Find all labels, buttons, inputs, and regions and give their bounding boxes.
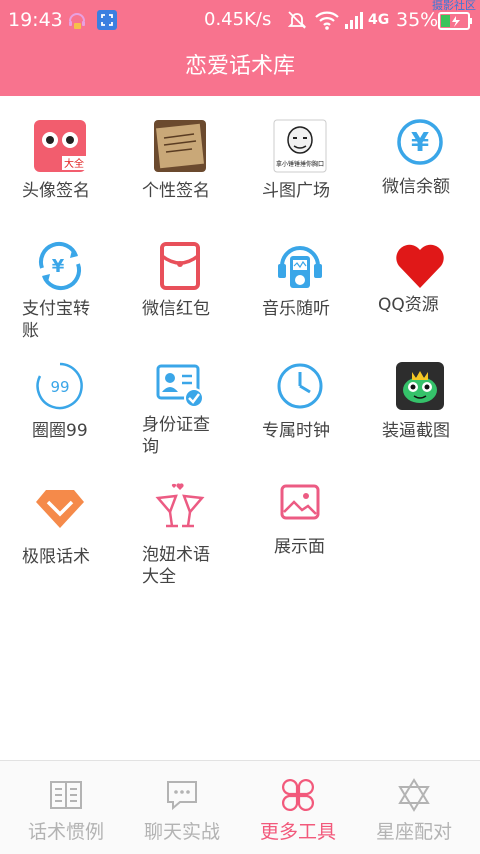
tab-more-tools[interactable]: 更多工具 xyxy=(238,761,358,854)
page-title: 恋爱话术库 xyxy=(0,40,480,96)
tool-wechat-red-packet[interactable]: 微信红包 xyxy=(120,216,240,336)
cocktail-icon xyxy=(155,483,205,528)
tool-label: 微信余额 xyxy=(382,177,450,197)
diamond-icon xyxy=(36,490,84,528)
tool-label: 头像签名 xyxy=(22,181,90,201)
tool-id-card-query[interactable]: 身份证查询 xyxy=(120,336,240,457)
alipay-transfer-icon: ¥ xyxy=(38,242,82,290)
yen-icon: ¥ xyxy=(397,119,443,165)
tool-alipay-transfer[interactable]: ¥ 支付宝转账 xyxy=(0,216,120,341)
alipay-yen: ¥ xyxy=(52,256,65,277)
tab-talk-conventions[interactable]: 话术惯例 xyxy=(6,761,126,854)
tab-zodiac-match[interactable]: 星座配对 xyxy=(354,761,474,854)
signal-icon xyxy=(345,12,363,29)
clock-icon xyxy=(277,363,323,409)
tool-extreme-talk[interactable]: 极限话术 xyxy=(0,456,120,576)
battery-icon xyxy=(438,12,472,30)
red-packet-icon xyxy=(160,242,200,290)
avatar-icon: 大全 xyxy=(34,120,86,172)
tool-meme-square[interactable]: 拿小锤锤捶你胸口 斗图广场 xyxy=(240,96,360,216)
tool-wechat-balance[interactable]: ¥ 微信余额 xyxy=(360,96,480,216)
screenshot-icon xyxy=(97,10,117,30)
tool-label: 专属时钟 xyxy=(262,421,330,441)
mute-bell-icon xyxy=(287,11,307,29)
tool-avatar-signature[interactable]: 大全 头像签名 xyxy=(0,96,120,216)
circle-99-number: 99 xyxy=(50,378,69,396)
tool-showcase[interactable]: 展示面 xyxy=(240,456,360,576)
watermark: 摄影社区 xyxy=(432,0,476,12)
status-bar: 19:43 0.45K/s 4G 35% 摄影社区 xyxy=(0,0,480,40)
tool-qq-resources[interactable]: QQ资源 xyxy=(360,216,480,336)
music-player-icon xyxy=(278,246,322,288)
headset-lock-icon xyxy=(69,13,85,29)
tool-circle-99[interactable]: 99 圈圈99 xyxy=(0,336,120,456)
tool-label: 身份证查询 xyxy=(142,415,210,457)
meme-icon: 拿小锤锤捶你胸口 xyxy=(273,119,327,173)
tool-label: 微信红包 xyxy=(142,299,210,319)
yen-symbol: ¥ xyxy=(411,128,429,158)
tool-label: 泡妞术语大全 xyxy=(142,545,210,587)
picture-icon xyxy=(280,484,320,520)
tab-chat-practice[interactable]: 聊天实战 xyxy=(122,761,242,854)
tool-personal-signature[interactable]: 个性签名 xyxy=(120,96,240,216)
id-card-icon xyxy=(156,364,204,408)
tool-music[interactable]: 音乐随听 xyxy=(240,216,360,336)
tab-label: 聊天实战 xyxy=(143,821,220,843)
meme-caption: 拿小锤锤捶你胸口 xyxy=(276,160,324,168)
tool-fake-screenshot[interactable]: 装逼截图 xyxy=(360,336,480,456)
wifi-icon xyxy=(315,11,339,30)
four-petal-icon xyxy=(282,779,314,811)
network-speed: 0.45K/s xyxy=(204,9,272,30)
signature-photo-icon xyxy=(154,120,206,172)
bottom-nav: 话术惯例 聊天实战 更多工具 星座配对 xyxy=(0,760,480,854)
tool-label: 极限话术 xyxy=(22,547,90,567)
tab-label: 星座配对 xyxy=(375,821,452,843)
tool-label: 圈圈99 xyxy=(32,421,88,441)
frog-king-icon xyxy=(396,362,444,410)
avatar-badge: 大全 xyxy=(64,157,84,170)
circle-99-icon: 99 xyxy=(36,362,83,410)
tool-label: 展示面 xyxy=(274,537,325,557)
tab-label: 更多工具 xyxy=(259,821,336,843)
tool-clock[interactable]: 专属时钟 xyxy=(240,336,360,456)
tool-label: 斗图广场 xyxy=(262,181,330,201)
tool-label: 装逼截图 xyxy=(382,421,450,441)
status-time: 19:43 xyxy=(8,9,63,31)
chat-bubble-icon xyxy=(167,781,197,811)
network-type: 4G xyxy=(368,12,390,28)
book-icon xyxy=(50,781,82,809)
star-of-david-icon xyxy=(398,778,430,812)
heart-icon xyxy=(396,244,444,288)
tool-label: QQ资源 xyxy=(378,295,439,315)
tool-label: 音乐随听 xyxy=(262,299,330,319)
tab-label: 话术惯例 xyxy=(27,821,104,843)
tool-flirting-terms[interactable]: 泡妞术语大全 xyxy=(120,456,240,587)
tool-label: 个性签名 xyxy=(142,181,210,201)
